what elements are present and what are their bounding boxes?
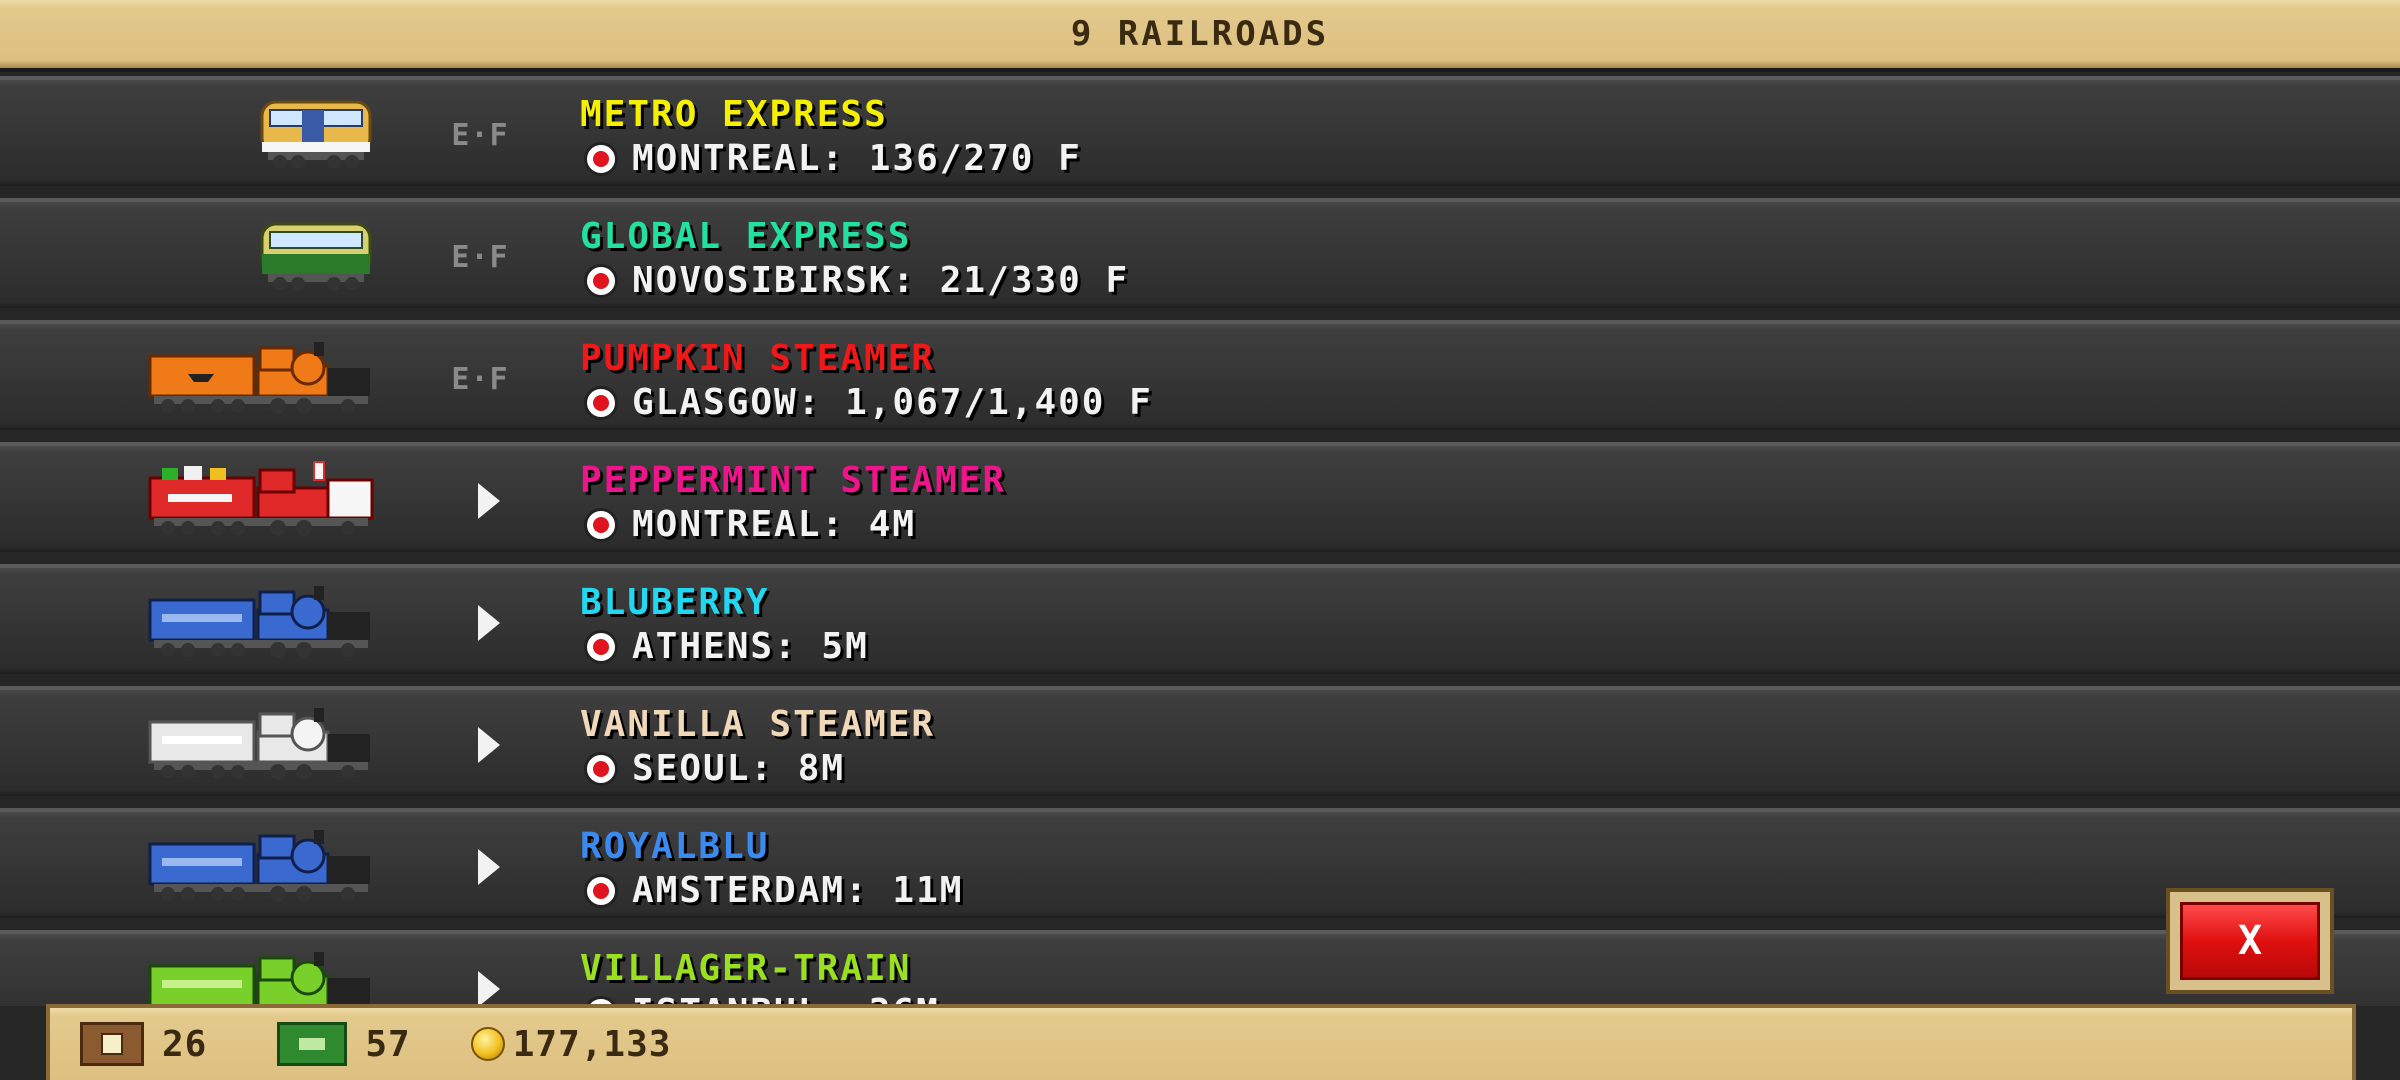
destination-text: AMSTERDAM: 11M [632,870,964,911]
crates-stat: 26 [80,1022,207,1066]
play-icon [478,605,500,641]
coin-icon [470,1027,505,1061]
destination-text: MONTREAL: 4M [632,504,917,545]
metro-express-train-icon [258,94,374,172]
destination-pin-icon [584,629,618,664]
railroad-row-royalblu[interactable]: ROYALBLU AMSTERDAM: 11M [0,808,2400,918]
coins-stat: 177,133 [470,1023,672,1065]
destination: GLASGOW: 1,067/1,400 F [584,382,1153,423]
railroad-row-villager-train[interactable]: VILLAGER-TRAIN ISTANBUL: 36M [0,930,2400,1006]
destination: MONTREAL: 136/270 F [584,138,1082,179]
page-title: 9 RAILROADS [1070,14,1330,54]
destination-pin-icon [584,507,618,542]
peppermint-steamer-train-icon [148,460,374,538]
railroad-name: ROYALBLU [580,826,770,867]
destination-pin-icon [584,751,618,786]
crate-icon [80,1022,144,1066]
play-icon [478,849,500,885]
railroad-name: GLOBAL EXPRESS [580,216,912,257]
pumpkin-steamer-train-icon [148,338,374,416]
blue-steamer-train-icon [148,826,374,904]
destination-pin-icon [584,873,618,908]
destination-text: SEOUL: 8M [632,748,846,789]
play-icon [478,971,500,1006]
destination-text: GLASGOW: 1,067/1,400 F [632,382,1153,423]
bux-stat: 57 [277,1022,410,1066]
play-icon [478,483,500,519]
close-icon: X [2180,902,2320,980]
destination: SEOUL: 8M [584,748,845,789]
railroad-name: METRO EXPRESS [580,94,888,135]
railroad-name: VILLAGER-TRAIN [580,948,912,989]
fuel-status-indicator[interactable]: E·F [440,354,520,404]
destination-pin-icon [584,263,618,298]
railroad-name: PUMPKIN STEAMER [580,338,936,379]
railroad-row-peppermint-steamer[interactable]: PEPPERMINT STEAMER MONTREAL: 4M [0,442,2400,552]
fuel-status-indicator[interactable]: E·F [440,232,520,282]
railroad-row-vanilla-steamer[interactable]: VANILLA STEAMER SEOUL: 8M [0,686,2400,796]
play-button[interactable] [440,720,520,770]
currency-bar: 26 57 177,133 [46,1004,2356,1080]
destination: MONTREAL: 4M [584,504,916,545]
destination-text: ATHENS: 5M [632,626,869,667]
destination: AMSTERDAM: 11M [584,870,963,911]
blue-steamer-train-icon [148,582,374,660]
railroad-list[interactable]: E·F METRO EXPRESS MONTREAL: 136/270 F E·… [0,76,2400,1006]
railroad-name: PEPPERMINT STEAMER [580,460,1007,501]
railroad-row-bluberry[interactable]: BLUBERRY ATHENS: 5M [0,564,2400,674]
railroad-row-global-express[interactable]: E·F GLOBAL EXPRESS NOVOSIBIRSK: 21/330 F [0,198,2400,308]
green-steamer-train-icon [148,948,374,1006]
cash-icon [277,1022,348,1066]
destination-text: NOVOSIBIRSK: 21/330 F [632,260,1130,301]
vanilla-steamer-train-icon [148,704,374,782]
railroad-row-metro-express[interactable]: E·F METRO EXPRESS MONTREAL: 136/270 F [0,76,2400,186]
destination: ATHENS: 5M [584,626,869,667]
crates-count: 26 [162,1023,208,1065]
close-button[interactable]: X [2166,888,2334,994]
destination: NOVOSIBIRSK: 21/330 F [584,260,1129,301]
destination-pin-icon [584,141,618,176]
destination-text: MONTREAL: 136/270 F [632,138,1082,179]
play-button[interactable] [440,598,520,648]
global-express-train-icon [258,216,374,294]
railroad-name: BLUBERRY [580,582,770,623]
fuel-status-indicator[interactable]: E·F [440,110,520,160]
play-button[interactable] [440,842,520,892]
play-button[interactable] [440,964,520,1006]
coins-count: 177,133 [512,1023,672,1065]
railroad-row-pumpkin-steamer[interactable]: E·F PUMPKIN STEAMER GLASGOW: 1,067/1,400… [0,320,2400,430]
railroad-name: VANILLA STEAMER [580,704,936,745]
railroads-screen: 9 RAILROADS E·F METRO EXPRESS MONTREAL: … [0,0,2400,1080]
header-bar: 9 RAILROADS [0,0,2400,72]
play-button[interactable] [440,476,520,526]
bux-count: 57 [365,1023,411,1065]
play-icon [478,727,500,763]
destination-pin-icon [584,385,618,420]
